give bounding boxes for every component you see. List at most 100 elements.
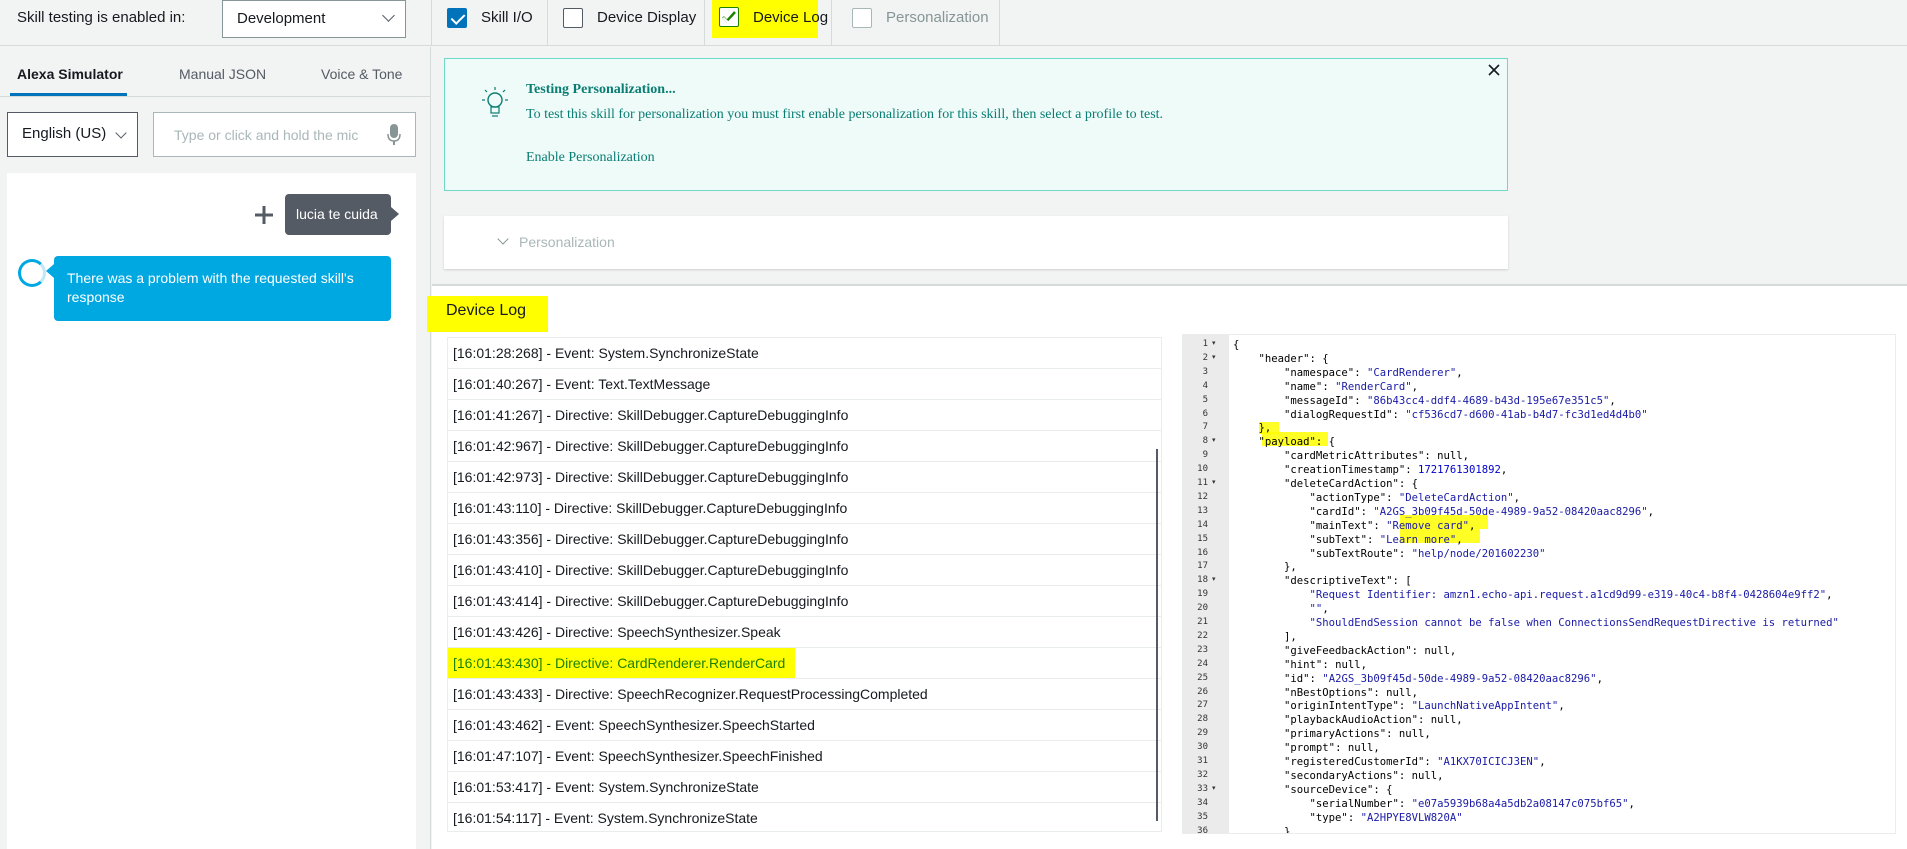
json-line: "type": "A2HPYE8VLW820A" bbox=[1309, 811, 1463, 824]
device-log-list: [16:01:28:268] - Event: System.Synchroni… bbox=[447, 337, 1162, 832]
log-entry-text: [16:01:40:267] - Event: Text.TextMessage bbox=[453, 376, 711, 392]
divider bbox=[547, 0, 548, 46]
json-line: "creationTimestamp": 1721761301892, bbox=[1284, 464, 1508, 477]
json-line: "name": "RenderCard", bbox=[1284, 380, 1419, 393]
log-entry-text: [16:01:43:426] - Directive: SpeechSynthe… bbox=[453, 624, 781, 640]
log-entry[interactable]: [16:01:43:414] - Directive: SkillDebugge… bbox=[448, 586, 1161, 617]
json-line: "playbackAudioAction": null, bbox=[1284, 714, 1463, 727]
log-entry[interactable]: [16:01:43:356] - Directive: SkillDebugge… bbox=[448, 524, 1161, 555]
json-line: "messageId": "86b43cc4-ddf4-4689-b43d-19… bbox=[1284, 394, 1616, 407]
json-line: }, bbox=[1233, 561, 1297, 574]
log-entry-text: [16:01:43:410] - Directive: SkillDebugge… bbox=[453, 562, 849, 578]
log-entry-text: [16:01:47:107] - Event: SpeechSynthesize… bbox=[453, 748, 823, 764]
log-entry[interactable]: [16:01:43:410] - Directive: SkillDebugge… bbox=[448, 555, 1161, 586]
log-entry[interactable]: [16:01:28:268] - Event: System.Synchroni… bbox=[448, 338, 1161, 369]
json-line: "descriptiveText": [ bbox=[1284, 575, 1412, 588]
json-line: "header": { bbox=[1258, 352, 1329, 365]
personalization-expander-label: Personalization bbox=[519, 234, 615, 250]
log-entry[interactable]: [16:01:42:967] - Directive: SkillDebugge… bbox=[448, 431, 1161, 462]
log-entry[interactable]: [16:01:54:117] - Event: System.Synchroni… bbox=[448, 803, 1161, 831]
json-line: "cardId": "A2GS_3b09f45d-50de-4989-9a52-… bbox=[1309, 505, 1654, 518]
log-entry-text: [16:01:43:430] - Directive: CardRenderer… bbox=[448, 648, 796, 678]
close-icon[interactable] bbox=[1486, 62, 1502, 78]
json-line: "deleteCardAction": { bbox=[1284, 478, 1418, 490]
log-entry[interactable]: [16:01:53:417] - Event: System.Synchroni… bbox=[448, 772, 1161, 803]
json-line: "nBestOptions": null, bbox=[1284, 686, 1418, 699]
json-line: "secondaryActions": null, bbox=[1284, 769, 1444, 782]
log-entry[interactable]: [16:01:43:426] - Directive: SpeechSynthe… bbox=[448, 617, 1161, 648]
json-line: { bbox=[1233, 339, 1240, 351]
personalization-title: Testing Personalization... bbox=[526, 82, 676, 97]
json-line: } bbox=[1233, 825, 1291, 834]
tab-manual-json[interactable]: Manual JSON bbox=[179, 66, 266, 82]
log-entry-text: [16:01:43:462] - Event: SpeechSynthesize… bbox=[453, 717, 815, 733]
tabs-divider bbox=[0, 96, 431, 97]
alexa-ring-icon bbox=[18, 259, 46, 287]
personalization-checkbox[interactable] bbox=[852, 8, 872, 28]
environment-select[interactable]: Development bbox=[222, 0, 406, 38]
log-scrollbar[interactable] bbox=[1156, 449, 1158, 821]
json-line: "cardMetricAttributes": null, bbox=[1284, 450, 1470, 463]
json-line: "subText": "Learn more", bbox=[1309, 533, 1463, 546]
log-entry-text: [16:01:43:414] - Directive: SkillDebugge… bbox=[453, 593, 849, 609]
json-line: "ShouldEndSession cannot be false when C… bbox=[1309, 617, 1839, 629]
log-entry[interactable]: [16:01:40:267] - Event: Text.TextMessage bbox=[448, 369, 1161, 400]
device-log-label: Device Log bbox=[753, 9, 829, 26]
tab-alexa-simulator[interactable]: Alexa Simulator bbox=[17, 66, 123, 82]
microphone-icon[interactable] bbox=[387, 124, 401, 146]
log-entry[interactable]: [16:01:43:462] - Event: SpeechSynthesize… bbox=[448, 710, 1161, 741]
device-log-title: Device Log bbox=[427, 296, 548, 332]
log-entry[interactable]: [16:01:43:110] - Directive: SkillDebugge… bbox=[448, 493, 1161, 524]
log-entry[interactable]: [16:01:41:267] - Directive: SkillDebugge… bbox=[448, 400, 1161, 431]
log-entry-text: [16:01:43:110] - Directive: SkillDebugge… bbox=[453, 500, 848, 516]
json-line: "payload": { bbox=[1258, 436, 1336, 449]
log-entry[interactable]: [16:01:43:430] - Directive: CardRenderer… bbox=[448, 648, 1161, 679]
log-entry-text: [16:01:43:433] - Directive: SpeechRecogn… bbox=[453, 686, 928, 702]
plus-icon[interactable] bbox=[254, 205, 274, 225]
device-display-checkbox[interactable] bbox=[563, 8, 583, 28]
device-log-checkbox[interactable] bbox=[719, 7, 739, 27]
log-entry-text: [16:01:54:117] - Event: System.Synchroni… bbox=[453, 810, 758, 826]
log-entry-text: [16:01:41:267] - Directive: SkillDebugge… bbox=[453, 407, 849, 423]
log-entry[interactable]: [16:01:42:973] - Directive: SkillDebugge… bbox=[448, 462, 1161, 493]
enable-personalization-link[interactable]: Enable Personalization bbox=[526, 150, 655, 166]
utterance-placeholder: Type or click and hold the mic bbox=[174, 127, 359, 143]
utterance-input[interactable]: Type or click and hold the mic bbox=[153, 112, 416, 157]
alexa-response-bubble: There was a problem with the requested s… bbox=[46, 256, 391, 321]
language-select[interactable]: English (US) bbox=[7, 112, 138, 157]
divider bbox=[999, 0, 1000, 46]
json-line: "prompt": null, bbox=[1284, 742, 1380, 755]
tab-voice-tone[interactable]: Voice & Tone bbox=[321, 66, 402, 82]
device-display-label: Device Display bbox=[597, 9, 697, 26]
skill-io-checkbox[interactable] bbox=[447, 8, 467, 28]
json-line: "sourceDevice": { bbox=[1284, 783, 1393, 796]
json-line: "serialNumber": "e07a5939b68a4a5db2a0814… bbox=[1309, 797, 1635, 810]
json-line: }, bbox=[1233, 422, 1272, 435]
divider bbox=[431, 0, 432, 46]
chevron-down-icon bbox=[115, 127, 127, 139]
log-entry-text: [16:01:43:356] - Directive: SkillDebugge… bbox=[453, 531, 849, 547]
lightbulb-icon bbox=[482, 87, 508, 117]
personalization-description: To test this skill for personalization y… bbox=[526, 107, 1164, 122]
skill-io-label: Skill I/O bbox=[481, 9, 533, 26]
log-entry-text: [16:01:53:417] - Event: System.Synchroni… bbox=[453, 779, 759, 795]
divider bbox=[831, 0, 832, 46]
log-entry[interactable]: [16:01:47:107] - Event: SpeechSynthesize… bbox=[448, 741, 1161, 772]
user-message-bubble: lucia te cuida bbox=[285, 194, 399, 235]
json-line: "mainText": "Remove card", bbox=[1309, 519, 1476, 532]
json-line: "namespace": "CardRenderer", bbox=[1284, 366, 1463, 379]
log-entry-text: [16:01:42:967] - Directive: SkillDebugge… bbox=[453, 438, 849, 454]
json-viewer: { "header": { "namespace": "CardRenderer… bbox=[1182, 334, 1896, 834]
json-line: "giveFeedbackAction": null, bbox=[1284, 644, 1457, 657]
json-line: "id": "A2GS_3b09f45d-50de-4989-9a52-0842… bbox=[1284, 672, 1603, 685]
json-line: "registeredCustomerId": "A1KX70ICICJ3EN"… bbox=[1284, 756, 1546, 768]
log-entry-text: [16:01:28:268] - Event: System.Synchroni… bbox=[453, 345, 759, 361]
personalization-label: Personalization bbox=[886, 9, 989, 26]
json-line: "dialogRequestId": "cf536cd7-d600-41ab-b… bbox=[1284, 408, 1648, 421]
json-line: ], bbox=[1233, 630, 1297, 643]
chevron-down-icon bbox=[382, 9, 395, 22]
json-line: "actionType": "DeleteCardAction", bbox=[1309, 491, 1521, 504]
log-entry[interactable]: [16:01:43:433] - Directive: SpeechRecogn… bbox=[448, 679, 1161, 710]
json-line: "originIntentType": "LaunchNativeAppInte… bbox=[1284, 700, 1565, 713]
environment-select-value: Development bbox=[237, 10, 326, 27]
